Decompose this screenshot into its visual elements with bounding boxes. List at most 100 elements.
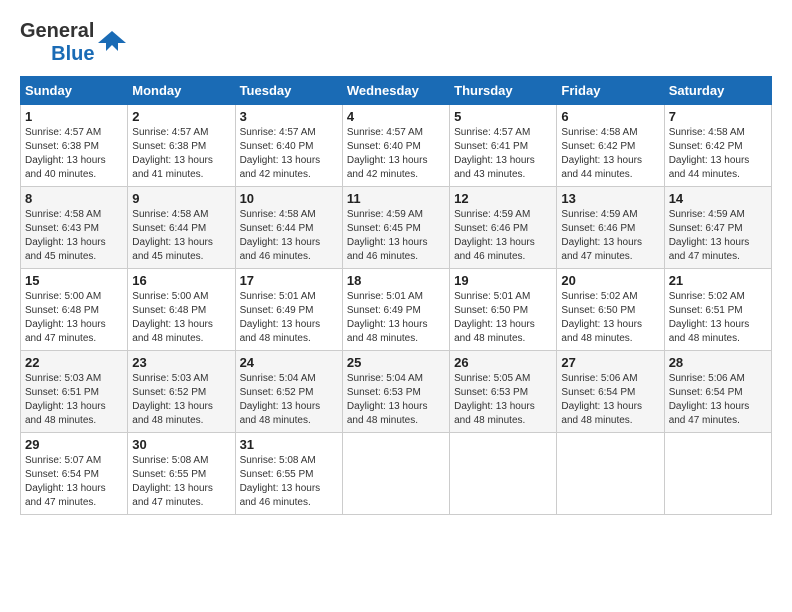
logo-bird-icon (98, 29, 126, 57)
calendar-week-row: 29 Sunrise: 5:07 AM Sunset: 6:54 PM Dayli… (21, 433, 772, 515)
calendar-cell: 20 Sunrise: 5:02 AM Sunset: 6:50 PM Dayli… (557, 269, 664, 351)
calendar-cell (450, 433, 557, 515)
calendar-cell: 22 Sunrise: 5:03 AM Sunset: 6:51 PM Dayli… (21, 351, 128, 433)
day-number: 17 (240, 273, 338, 288)
day-number: 21 (669, 273, 767, 288)
calendar-cell: 18 Sunrise: 5:01 AM Sunset: 6:49 PM Dayli… (342, 269, 449, 351)
logo-blue: Blue (51, 43, 94, 66)
calendar-cell: 10 Sunrise: 4:58 AM Sunset: 6:44 PM Dayli… (235, 187, 342, 269)
calendar-cell: 8 Sunrise: 4:58 AM Sunset: 6:43 PM Daylig… (21, 187, 128, 269)
day-number: 1 (25, 109, 123, 124)
day-number: 19 (454, 273, 552, 288)
day-info: Sunrise: 5:02 AM Sunset: 6:50 PM Dayligh… (561, 290, 659, 346)
calendar-cell: 24 Sunrise: 5:04 AM Sunset: 6:52 PM Dayli… (235, 351, 342, 433)
day-header-tuesday: Tuesday (235, 77, 342, 105)
day-info: Sunrise: 5:03 AM Sunset: 6:52 PM Dayligh… (132, 372, 230, 428)
day-number: 26 (454, 355, 552, 370)
day-number: 15 (25, 273, 123, 288)
calendar-cell: 19 Sunrise: 5:01 AM Sunset: 6:50 PM Dayli… (450, 269, 557, 351)
calendar-cell: 15 Sunrise: 5:00 AM Sunset: 6:48 PM Dayli… (21, 269, 128, 351)
calendar-cell: 17 Sunrise: 5:01 AM Sunset: 6:49 PM Dayli… (235, 269, 342, 351)
day-info: Sunrise: 5:03 AM Sunset: 6:51 PM Dayligh… (25, 372, 123, 428)
day-info: Sunrise: 5:00 AM Sunset: 6:48 PM Dayligh… (25, 290, 123, 346)
calendar-cell: 7 Sunrise: 4:58 AM Sunset: 6:42 PM Daylig… (664, 105, 771, 187)
day-number: 4 (347, 109, 445, 124)
day-number: 29 (25, 437, 123, 452)
calendar-cell: 29 Sunrise: 5:07 AM Sunset: 6:54 PM Dayli… (21, 433, 128, 515)
calendar-cell: 21 Sunrise: 5:02 AM Sunset: 6:51 PM Dayli… (664, 269, 771, 351)
calendar-cell: 6 Sunrise: 4:58 AM Sunset: 6:42 PM Daylig… (557, 105, 664, 187)
day-header-sunday: Sunday (21, 77, 128, 105)
day-info: Sunrise: 4:58 AM Sunset: 6:43 PM Dayligh… (25, 208, 123, 264)
day-header-friday: Friday (557, 77, 664, 105)
day-header-saturday: Saturday (664, 77, 771, 105)
page-container: General Blue SundayMondayTuesdayWednesda… (20, 20, 772, 515)
day-number: 10 (240, 191, 338, 206)
day-number: 22 (25, 355, 123, 370)
calendar-cell: 5 Sunrise: 4:57 AM Sunset: 6:41 PM Daylig… (450, 105, 557, 187)
day-info: Sunrise: 5:01 AM Sunset: 6:49 PM Dayligh… (347, 290, 445, 346)
day-number: 8 (25, 191, 123, 206)
day-info: Sunrise: 5:06 AM Sunset: 6:54 PM Dayligh… (669, 372, 767, 428)
calendar-cell: 11Sunrise: 4:59 AM Sunset: 6:45 PM Dayli… (342, 187, 449, 269)
day-info: Sunrise: 4:59 AM Sunset: 6:47 PM Dayligh… (669, 208, 767, 264)
day-number: 14 (669, 191, 767, 206)
calendar-week-row: 8 Sunrise: 4:58 AM Sunset: 6:43 PM Daylig… (21, 187, 772, 269)
day-number: 6 (561, 109, 659, 124)
day-info: Sunrise: 5:01 AM Sunset: 6:49 PM Dayligh… (240, 290, 338, 346)
calendar-cell (557, 433, 664, 515)
day-number: 3 (240, 109, 338, 124)
day-info: Sunrise: 5:06 AM Sunset: 6:54 PM Dayligh… (561, 372, 659, 428)
calendar-cell: 30 Sunrise: 5:08 AM Sunset: 6:55 PM Dayli… (128, 433, 235, 515)
calendar-cell: 2Sunrise: 4:57 AM Sunset: 6:38 PM Daylig… (128, 105, 235, 187)
calendar-cell: 25 Sunrise: 5:04 AM Sunset: 6:53 PM Dayli… (342, 351, 449, 433)
day-number: 16 (132, 273, 230, 288)
day-info: Sunrise: 4:57 AM Sunset: 6:38 PM Dayligh… (25, 126, 123, 182)
calendar-cell: 16Sunrise: 5:00 AM Sunset: 6:48 PM Dayli… (128, 269, 235, 351)
day-info: Sunrise: 4:58 AM Sunset: 6:44 PM Dayligh… (240, 208, 338, 264)
calendar-cell: 13Sunrise: 4:59 AM Sunset: 6:46 PM Dayli… (557, 187, 664, 269)
day-number: 24 (240, 355, 338, 370)
day-number: 30 (132, 437, 230, 452)
day-header-wednesday: Wednesday (342, 77, 449, 105)
day-info: Sunrise: 4:58 AM Sunset: 6:42 PM Dayligh… (561, 126, 659, 182)
day-number: 12 (454, 191, 552, 206)
day-info: Sunrise: 5:07 AM Sunset: 6:54 PM Dayligh… (25, 454, 123, 510)
calendar-cell: 4 Sunrise: 4:57 AM Sunset: 6:40 PM Daylig… (342, 105, 449, 187)
day-info: Sunrise: 5:04 AM Sunset: 6:53 PM Dayligh… (347, 372, 445, 428)
calendar-cell: 28 Sunrise: 5:06 AM Sunset: 6:54 PM Dayli… (664, 351, 771, 433)
day-number: 5 (454, 109, 552, 124)
logo-general: General (20, 20, 94, 43)
day-info: Sunrise: 5:05 AM Sunset: 6:53 PM Dayligh… (454, 372, 552, 428)
day-info: Sunrise: 5:08 AM Sunset: 6:55 PM Dayligh… (240, 454, 338, 510)
day-info: Sunrise: 5:04 AM Sunset: 6:52 PM Dayligh… (240, 372, 338, 428)
day-header-monday: Monday (128, 77, 235, 105)
calendar-cell: 3 Sunrise: 4:57 AM Sunset: 6:40 PM Daylig… (235, 105, 342, 187)
calendar-cell: 23Sunrise: 5:03 AM Sunset: 6:52 PM Dayli… (128, 351, 235, 433)
calendar-cell: 12Sunrise: 4:59 AM Sunset: 6:46 PM Dayli… (450, 187, 557, 269)
day-number: 11 (347, 191, 445, 206)
calendar-cell (342, 433, 449, 515)
day-info: Sunrise: 4:57 AM Sunset: 6:40 PM Dayligh… (240, 126, 338, 182)
calendar-week-row: 1 Sunrise: 4:57 AM Sunset: 6:38 PM Daylig… (21, 105, 772, 187)
day-info: Sunrise: 4:57 AM Sunset: 6:41 PM Dayligh… (454, 126, 552, 182)
day-info: Sunrise: 5:02 AM Sunset: 6:51 PM Dayligh… (669, 290, 767, 346)
logo: General Blue (20, 20, 126, 66)
day-number: 18 (347, 273, 445, 288)
day-info: Sunrise: 4:57 AM Sunset: 6:40 PM Dayligh… (347, 126, 445, 182)
day-number: 28 (669, 355, 767, 370)
day-number: 2 (132, 109, 230, 124)
day-info: Sunrise: 5:08 AM Sunset: 6:55 PM Dayligh… (132, 454, 230, 510)
day-info: Sunrise: 4:58 AM Sunset: 6:42 PM Dayligh… (669, 126, 767, 182)
day-number: 27 (561, 355, 659, 370)
day-info: Sunrise: 4:59 AM Sunset: 6:46 PM Dayligh… (561, 208, 659, 264)
day-number: 20 (561, 273, 659, 288)
day-info: Sunrise: 5:01 AM Sunset: 6:50 PM Dayligh… (454, 290, 552, 346)
calendar-cell: 31Sunrise: 5:08 AM Sunset: 6:55 PM Dayli… (235, 433, 342, 515)
day-number: 7 (669, 109, 767, 124)
day-header-thursday: Thursday (450, 77, 557, 105)
day-number: 25 (347, 355, 445, 370)
day-info: Sunrise: 4:58 AM Sunset: 6:44 PM Dayligh… (132, 208, 230, 264)
calendar-cell: 27 Sunrise: 5:06 AM Sunset: 6:54 PM Dayli… (557, 351, 664, 433)
calendar-week-row: 15 Sunrise: 5:00 AM Sunset: 6:48 PM Dayli… (21, 269, 772, 351)
